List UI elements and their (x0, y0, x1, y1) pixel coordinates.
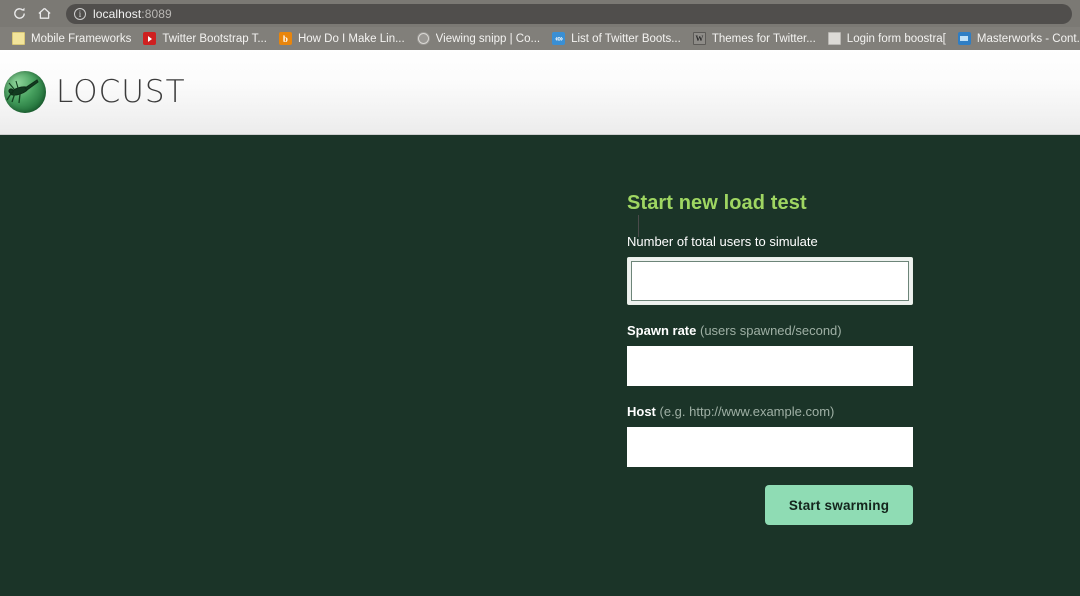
blogger-icon: b (278, 32, 292, 45)
submit-row: Start swarming (627, 485, 913, 525)
bookmark-item[interactable]: Login form boostra[ (822, 29, 952, 49)
start-test-form: Start new load test Number of total user… (627, 192, 913, 525)
field-spawn-rate: Spawn rate (users spawned/second) (627, 323, 913, 386)
bookmark-label: How Do I Make Lin... (297, 32, 405, 45)
address-bar[interactable]: i localhost:8089 (66, 3, 1072, 24)
page-title: Start new load test (627, 192, 807, 214)
user-count-label: Number of total users to simulate (627, 234, 913, 249)
user-count-label-text: Number of total users to simulate (627, 234, 818, 249)
page-body: Start new load test Number of total user… (0, 135, 1080, 596)
bookmark-label: List of Twitter Boots... (571, 32, 681, 45)
locust-logo-icon (4, 71, 46, 113)
wordpress-icon: W (692, 32, 706, 45)
browser-toolbar: i localhost:8089 (0, 0, 1080, 27)
bookmark-item[interactable]: W Themes for Twitter... (687, 29, 822, 49)
field-user-count: Number of total users to simulate (627, 234, 913, 305)
globe-icon (416, 32, 430, 45)
bookmark-label: Login form boostra[ (846, 32, 946, 45)
brand-name: LOCUST (56, 74, 186, 110)
bookmark-item[interactable]: Twitter Bootstrap T... (137, 29, 273, 49)
spawn-rate-label-text: Spawn rate (627, 323, 697, 338)
bookmark-item[interactable]: Mobile Frameworks (6, 29, 137, 49)
site-header: LOCUST (0, 50, 1080, 135)
bookmark-label: Masterworks - Cont... (976, 32, 1080, 45)
spawn-rate-hint: (users spawned/second) (699, 323, 842, 338)
start-swarming-button[interactable]: Start swarming (765, 485, 913, 525)
url-host: localhost (93, 6, 142, 21)
host-label: Host (e.g. http://www.example.com) (627, 404, 913, 419)
bookmark-item[interactable]: Viewing snipp | Co... (411, 29, 546, 49)
field-host: Host (e.g. http://www.example.com) (627, 404, 913, 467)
bookmark-label: Mobile Frameworks (31, 32, 132, 45)
bookmark-item[interactable]: «» List of Twitter Boots... (546, 29, 687, 49)
spawn-rate-label: Spawn rate (users spawned/second) (627, 323, 913, 338)
bookmark-label: Twitter Bootstrap T... (162, 32, 267, 45)
user-count-input[interactable] (631, 261, 909, 301)
url-text: localhost:8089 (93, 7, 172, 21)
bookmark-item[interactable]: b How Do I Make Lin... (273, 29, 411, 49)
host-label-text: Host (627, 404, 656, 419)
host-input[interactable] (627, 427, 913, 467)
user-count-input-wrapper[interactable] (627, 257, 913, 305)
spawn-rate-input[interactable] (627, 346, 913, 386)
bookmark-label: Themes for Twitter... (711, 32, 816, 45)
blank-page-icon (827, 32, 841, 45)
browser-chrome: i localhost:8089 Mobile Frameworks Twitte… (0, 0, 1080, 50)
info-circle-icon[interactable]: i (74, 7, 86, 20)
masterworks-icon (957, 32, 971, 45)
bookmark-label: Viewing snipp | Co... (435, 32, 541, 45)
host-hint: (e.g. http://www.example.com) (659, 404, 835, 419)
bookmarks-bar: Mobile Frameworks Twitter Bootstrap T... b… (0, 27, 1080, 50)
bootstrap-icon: «» (552, 32, 566, 45)
youtube-icon (143, 32, 157, 45)
bookmark-item[interactable]: Masterworks - Cont... (952, 29, 1080, 49)
text-caret (638, 215, 639, 237)
home-icon[interactable] (33, 3, 55, 25)
reload-icon[interactable] (8, 3, 30, 25)
url-port: :8089 (141, 6, 172, 21)
folder-icon (12, 32, 25, 45)
